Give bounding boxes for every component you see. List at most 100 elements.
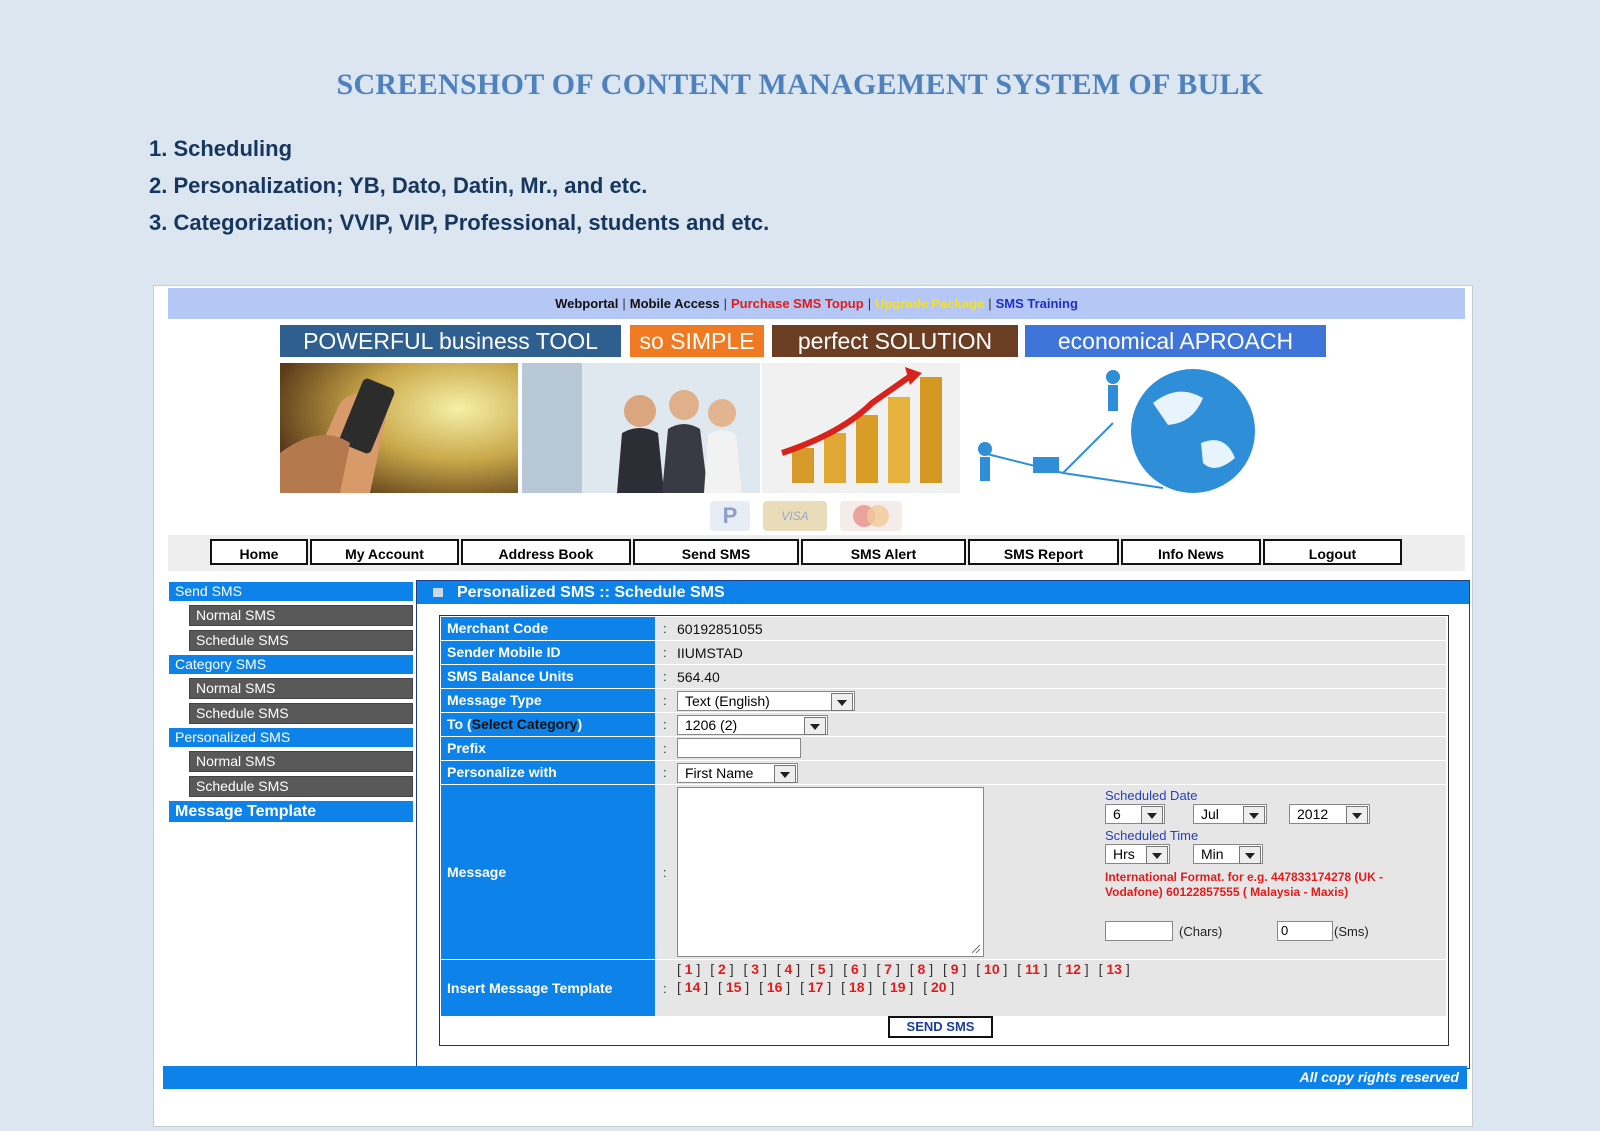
scheduled-time-label: Scheduled Time — [1105, 828, 1199, 843]
sidebar-item-personalized-normal-sms[interactable]: Normal SMS — [189, 751, 413, 772]
template-link[interactable]: [ 20 ] — [923, 979, 954, 995]
topnav-webportal[interactable]: Webportal — [551, 296, 622, 311]
menu-logout[interactable]: Logout — [1263, 539, 1402, 565]
sidebar-message-template[interactable]: Message Template — [169, 801, 413, 822]
template-link[interactable]: [ 4 ] — [777, 961, 800, 977]
template-link[interactable]: [ 15 ] — [718, 979, 749, 995]
template-number: 2 — [718, 961, 726, 977]
category-select[interactable]: 1206 (2) — [677, 715, 828, 735]
template-number: 9 — [950, 961, 959, 977]
message-textarea[interactable] — [677, 787, 984, 957]
row-personalize: Personalize with : First Name — [441, 761, 1446, 785]
growth-chart-image — [762, 363, 960, 493]
resize-handle-icon[interactable] — [971, 944, 981, 954]
menu-home[interactable]: Home — [210, 539, 308, 565]
template-link[interactable]: [ 11 ] — [1017, 961, 1047, 977]
template-link[interactable]: [ 18 ] — [841, 979, 872, 995]
point-categorization: 3. Categorization; VVIP, VIP, Profession… — [149, 210, 770, 235]
template-link[interactable]: [ 2 ] — [710, 961, 733, 977]
hours-select[interactable]: Hrs — [1105, 844, 1170, 864]
template-link[interactable]: [ 5 ] — [810, 961, 833, 977]
topnav-mobile-access[interactable]: Mobile Access — [626, 296, 724, 311]
slogan-solution: perfect SOLUTION — [772, 325, 1018, 357]
template-number: 7 — [884, 961, 893, 977]
sidebar-item-category-schedule-sms[interactable]: Schedule SMS — [189, 703, 413, 724]
template-link[interactable]: [ 10 ] — [976, 961, 1007, 977]
template-number: 3 — [751, 961, 760, 977]
colon: : — [663, 765, 667, 780]
visa-logo: VISA — [763, 501, 827, 531]
template-link[interactable]: [ 9 ] — [943, 961, 966, 977]
template-link[interactable]: [ 16 ] — [759, 979, 790, 995]
menu-sms-alert[interactable]: SMS Alert — [801, 539, 966, 565]
prefix-input[interactable] — [677, 738, 801, 758]
year-select[interactable]: 2012 — [1289, 804, 1370, 824]
menu-address-book[interactable]: Address Book — [461, 539, 631, 565]
sidebar-item-normal-sms[interactable]: Normal SMS — [189, 605, 413, 626]
template-link[interactable]: [ 1 ] — [677, 961, 700, 977]
template-link[interactable]: [ 13 ] — [1099, 961, 1130, 977]
topnav-upgrade-package[interactable]: Upgrade Package — [871, 296, 988, 311]
day-select[interactable]: 6 — [1105, 804, 1165, 824]
template-link[interactable]: [ 3 ] — [744, 961, 767, 977]
label-message: Message — [441, 785, 655, 959]
template-number: 17 — [807, 979, 824, 995]
main-menu: Home My Account Address Book Send SMS SM… — [168, 535, 1465, 571]
label-prefix: Prefix — [441, 737, 655, 760]
template-number: 16 — [766, 979, 783, 995]
template-link[interactable]: [ 7 ] — [877, 961, 900, 977]
point-scheduling: 1. Scheduling — [149, 136, 293, 161]
scheduled-date-label: Scheduled Date — [1105, 788, 1198, 803]
template-number: 1 — [684, 961, 693, 977]
template-link[interactable]: [ 12 ] — [1058, 961, 1089, 977]
topnav-sms-training[interactable]: SMS Training — [992, 296, 1082, 311]
template-link[interactable]: [ 17 ] — [800, 979, 831, 995]
row-insert-template: Insert Message Template : [ 1 ] [ 2 ] [ … — [441, 960, 1446, 1017]
colon: : — [663, 717, 667, 732]
row-balance: SMS Balance Units : 564.40 — [441, 665, 1446, 689]
template-link[interactable]: [ 8 ] — [910, 961, 933, 977]
topnav-purchase-topup[interactable]: Purchase SMS Topup — [727, 296, 868, 311]
document-title: SCREENSHOT OF CONTENT MANAGEMENT SYSTEM … — [336, 68, 1264, 101]
template-number: 11 — [1025, 961, 1040, 977]
row-prefix: Prefix : — [441, 737, 1446, 761]
send-sms-button[interactable]: SEND SMS — [888, 1016, 993, 1038]
sidebar-heading-send-sms[interactable]: Send SMS — [169, 582, 413, 601]
row-message-type: Message Type : Text (English) — [441, 689, 1446, 713]
menu-sms-report[interactable]: SMS Report — [968, 539, 1119, 565]
chevron-down-icon — [1243, 806, 1265, 824]
template-link[interactable]: [ 19 ] — [882, 979, 913, 995]
colon: : — [663, 741, 667, 756]
template-links: [ 1 ] [ 2 ] [ 3 ] [ 4 ] [ 5 ] [ 6 ] [ 7 … — [677, 960, 1137, 996]
menu-send-sms[interactable]: Send SMS — [633, 539, 799, 565]
chevron-down-icon — [804, 717, 826, 735]
month-select[interactable]: Jul — [1193, 804, 1267, 824]
colon: : — [663, 645, 667, 660]
template-number: 5 — [817, 961, 826, 977]
merchant-code-value: 60192851055 — [677, 621, 763, 637]
sender-id-value: IIUMSTAD — [677, 645, 743, 661]
template-link[interactable]: [ 14 ] — [677, 979, 708, 995]
business-people-image — [522, 363, 760, 493]
sms-label: (Sms) — [1334, 924, 1369, 939]
menu-my-account[interactable]: My Account — [310, 539, 459, 565]
menu-info-news[interactable]: Info News — [1121, 539, 1261, 565]
sidebar-item-personalized-schedule-sms[interactable]: Schedule SMS — [189, 776, 413, 797]
select-category-link[interactable]: Select Category — [472, 716, 578, 732]
template-number: 4 — [784, 961, 793, 977]
template-link[interactable]: [ 6 ] — [843, 961, 866, 977]
label-personalize: Personalize with — [441, 761, 655, 784]
template-number: 15 — [725, 979, 742, 995]
chevron-down-icon — [1239, 846, 1261, 864]
message-type-select[interactable]: Text (English) — [677, 691, 855, 711]
sidebar-heading-category-sms[interactable]: Category SMS — [169, 655, 413, 674]
chevron-down-icon — [774, 765, 796, 783]
sidebar-heading-personalized-sms[interactable]: Personalized SMS — [169, 728, 413, 747]
template-number: 19 — [889, 979, 906, 995]
sidebar-item-schedule-sms[interactable]: Schedule SMS — [189, 630, 413, 651]
personalize-select[interactable]: First Name — [677, 763, 798, 783]
template-number: 13 — [1106, 961, 1122, 977]
minutes-select[interactable]: Min — [1193, 844, 1263, 864]
international-format-note: International Format. for e.g. 447833174… — [1105, 870, 1384, 899]
sidebar-item-category-normal-sms[interactable]: Normal SMS — [189, 678, 413, 699]
